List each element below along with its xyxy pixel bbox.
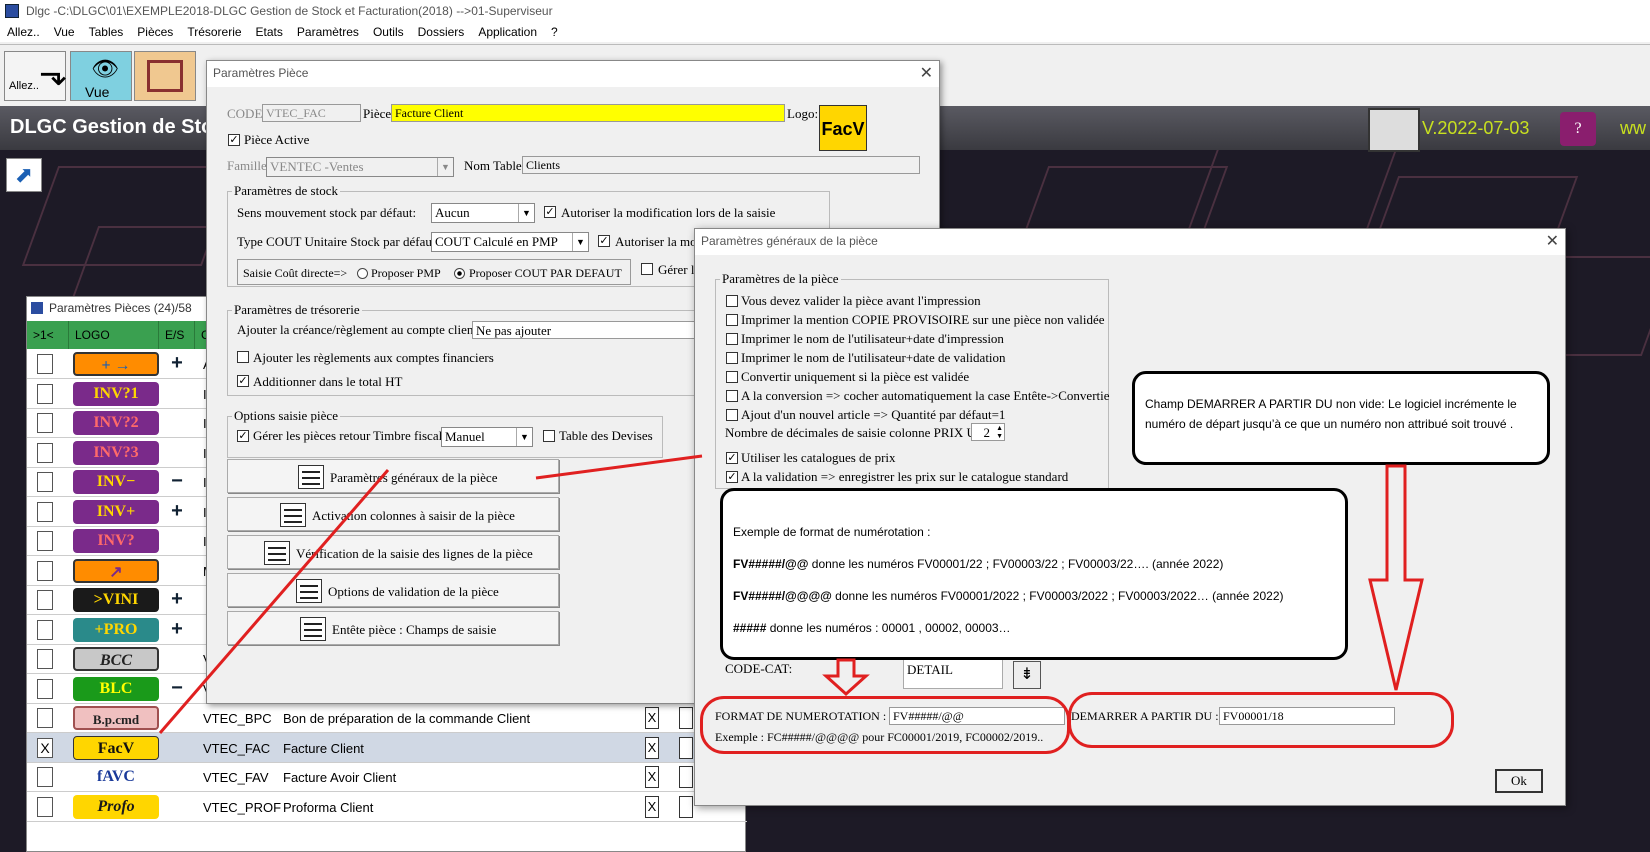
down-arrow-format (822, 658, 870, 697)
arrow-line-1 (535, 454, 703, 480)
annotation-arrows (158, 454, 1424, 734)
down-arrow-demarrer (1368, 464, 1424, 691)
arrow-line-2 (158, 469, 390, 734)
